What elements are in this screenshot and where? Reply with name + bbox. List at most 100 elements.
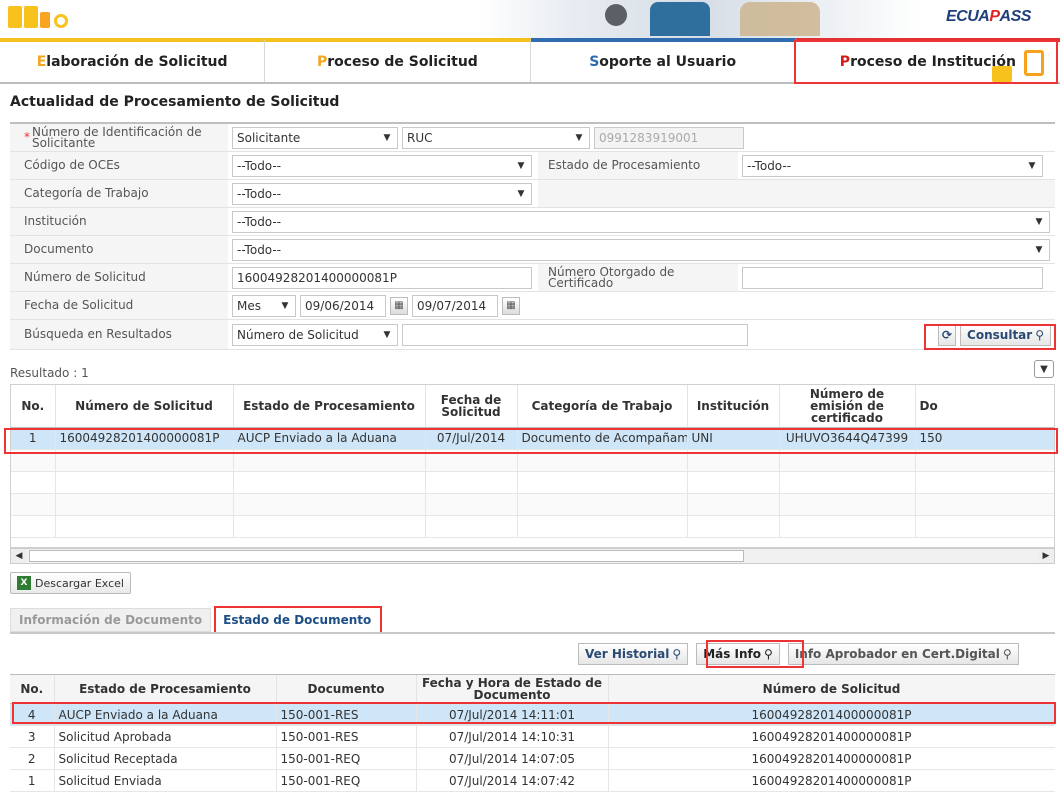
nsol-input[interactable]: 16004928201400000081P (232, 266, 532, 289)
fecha-from-input[interactable]: 09/06/2014 (300, 294, 386, 317)
inst-select[interactable]: --Todo-- ▼ (232, 210, 1050, 233)
descargar-excel-button[interactable]: X Descargar Excel (10, 572, 131, 594)
busq-label: Búsqueda en Resultados (10, 320, 228, 349)
scroll-thumb[interactable] (29, 550, 744, 562)
info-aprobador-button[interactable]: Info Aprobador en Cert.Digital ⚲ (787, 643, 1019, 665)
document-icon (40, 12, 50, 28)
building-icon (8, 6, 22, 28)
action-buttons: Ver Historial ⚲ Más Info ⚲ Info Aprobador … (578, 643, 1019, 665)
table-row[interactable]: 1 Solicitud Enviada 150-001-REQ 07/Jul/2014… (10, 769, 1055, 792)
arrow-left-icon[interactable]: ◀ (11, 549, 27, 563)
consultar-button[interactable]: Consultar ⚲ (960, 323, 1051, 346)
doc-tabs: Información de Documento Estado de Docum… (10, 608, 380, 632)
chevron-down-icon: ▼ (575, 132, 583, 143)
calendar-icon[interactable]: ▦ (502, 296, 520, 315)
busq-value-input[interactable] (402, 323, 748, 346)
ecuapass-logo[interactable]: ECUAPASS (946, 8, 1031, 26)
table-row[interactable]: 3 Solicitud Aprobada 150-001-RES 07/Jul/201… (10, 725, 1055, 748)
oce-select[interactable]: --Todo-- ▼ (232, 154, 532, 177)
main-nav: Elaboración de Solicitud Proceso de Soli… (0, 38, 1060, 84)
nav-proceso-institucion[interactable]: Proceso de Institución (795, 38, 1060, 82)
table-row (11, 449, 1054, 472)
cert-input[interactable] (742, 266, 1043, 289)
chevron-down-icon: ▼ (1035, 216, 1043, 227)
nav-soporte-usuario[interactable]: Soporte al Usuario (530, 38, 796, 82)
col-do[interactable]: Do (915, 385, 1054, 428)
document-icon (992, 66, 1012, 82)
col-emision[interactable]: Número de emisión de certificado (779, 385, 916, 428)
ver-historial-button[interactable]: Ver Historial ⚲ (578, 643, 689, 665)
col-estado[interactable]: Estado de Procesamiento (54, 675, 277, 704)
horizontal-scrollbar[interactable]: ◀ ▶ (10, 548, 1055, 564)
chevron-down-icon: ▼ (383, 329, 391, 340)
table-row[interactable]: 1 16004928201400000081P AUCP Enviado a l… (11, 427, 1054, 450)
table-row (11, 493, 1054, 516)
col-numero-solicitud[interactable]: Número de Solicitud (55, 385, 234, 428)
col-no[interactable]: No. (10, 675, 55, 704)
chevron-down-icon: ▼ (281, 300, 289, 311)
estado-label: Estado de Procesamiento (538, 152, 738, 179)
collapse-button[interactable]: ▼ (1034, 360, 1054, 378)
col-no[interactable]: No. (11, 385, 56, 428)
col-categoria[interactable]: Categoría de Trabajo (517, 385, 688, 428)
refresh-button[interactable]: ⟳ (937, 323, 957, 346)
chevron-down-icon: ▼ (383, 132, 391, 143)
table-row[interactable]: 4 AUCP Enviado a la Aduana 150-001-RES 07/J… (10, 703, 1055, 726)
chevron-down-icon: ▼ (1040, 363, 1048, 375)
estado-select[interactable]: --Todo-- ▼ (742, 154, 1043, 177)
search-icon: ⚲ (672, 647, 682, 661)
nav-proceso-solicitud[interactable]: Proceso de Solicitud (265, 38, 531, 82)
search-icon: ⚲ (1035, 327, 1044, 342)
refresh-decor-icon (54, 14, 68, 28)
id-value-input[interactable]: 0991283919001 (594, 126, 744, 149)
cat-label: Categoría de Trabajo (10, 180, 228, 207)
nav-elaboracion-solicitud[interactable]: Elaboración de Solicitud (0, 38, 266, 82)
tab-estado-documento[interactable]: Estado de Documento (215, 608, 380, 632)
result-count: Resultado : 1 (10, 366, 89, 380)
page-title: Actualidad de Procesamiento de Solicitud (10, 94, 340, 110)
chevron-down-icon: ▼ (517, 160, 525, 171)
search-form: * Número de Identificación de Solicitante… (10, 122, 1055, 350)
tab-informacion-documento[interactable]: Información de Documento (10, 608, 212, 632)
id-doc-select[interactable]: RUC ▼ (402, 126, 590, 149)
building-icon (1024, 50, 1044, 76)
mas-info-button[interactable]: Más Info ⚲ (696, 643, 780, 665)
header-banner-image (480, 0, 920, 38)
result-grid: No. Número de Solicitud Estado de Proces… (10, 384, 1055, 548)
col-estado[interactable]: Estado de Procesamiento (233, 385, 426, 428)
inst-label: Institución (10, 208, 228, 235)
estado-grid: No. Estado de Procesamiento Documento Fe… (10, 674, 1055, 804)
cat-select[interactable]: --Todo-- ▼ (232, 182, 532, 205)
fecha-to-input[interactable]: 09/07/2014 (412, 294, 498, 317)
fecha-label: Fecha de Solicitud (10, 292, 228, 319)
chevron-down-icon: ▼ (1028, 160, 1036, 171)
arrow-right-icon[interactable]: ▶ (1038, 549, 1054, 563)
doc-label: Documento (10, 236, 228, 263)
id-type-select[interactable]: Solicitante ▼ (232, 126, 398, 149)
busq-field-select[interactable]: Número de Solicitud ▼ (232, 323, 398, 346)
refresh-icon: ⟳ (941, 327, 953, 342)
cert-label: Número Otorgado de Certificado (538, 264, 738, 291)
chevron-down-icon: ▼ (1035, 244, 1043, 255)
col-documento[interactable]: Documento (276, 675, 417, 704)
header-decoration-icons (8, 6, 68, 28)
search-icon: ⚲ (764, 647, 773, 661)
fecha-mode-select[interactable]: Mes ▼ (232, 294, 296, 317)
building-icon (24, 6, 38, 28)
col-numero-solicitud[interactable]: Número de Solicitud (608, 675, 1055, 704)
chevron-down-icon: ▼ (517, 188, 525, 199)
id-label: * Número de Identificación de Solicitante (10, 124, 228, 151)
col-fecha[interactable]: Fecha de Solicitud (425, 385, 518, 428)
col-institucion[interactable]: Institución (687, 385, 780, 428)
table-row[interactable]: 2 Solicitud Receptada 150-001-REQ 07/Jul/20… (10, 747, 1055, 770)
doc-select[interactable]: --Todo-- ▼ (232, 238, 1050, 261)
search-icon: ⚲ (1002, 647, 1012, 661)
table-row (11, 471, 1054, 494)
col-fecha-hora[interactable]: Fecha y Hora de Estado de Documento (416, 675, 609, 704)
app-header: ECUAPASS (0, 0, 1060, 38)
nsol-label: Número de Solicitud (10, 264, 228, 291)
calendar-icon[interactable]: ▦ (390, 296, 408, 315)
excel-icon: X (17, 576, 31, 590)
oce-label: Código de OCEs (10, 152, 228, 179)
table-row (11, 515, 1054, 538)
